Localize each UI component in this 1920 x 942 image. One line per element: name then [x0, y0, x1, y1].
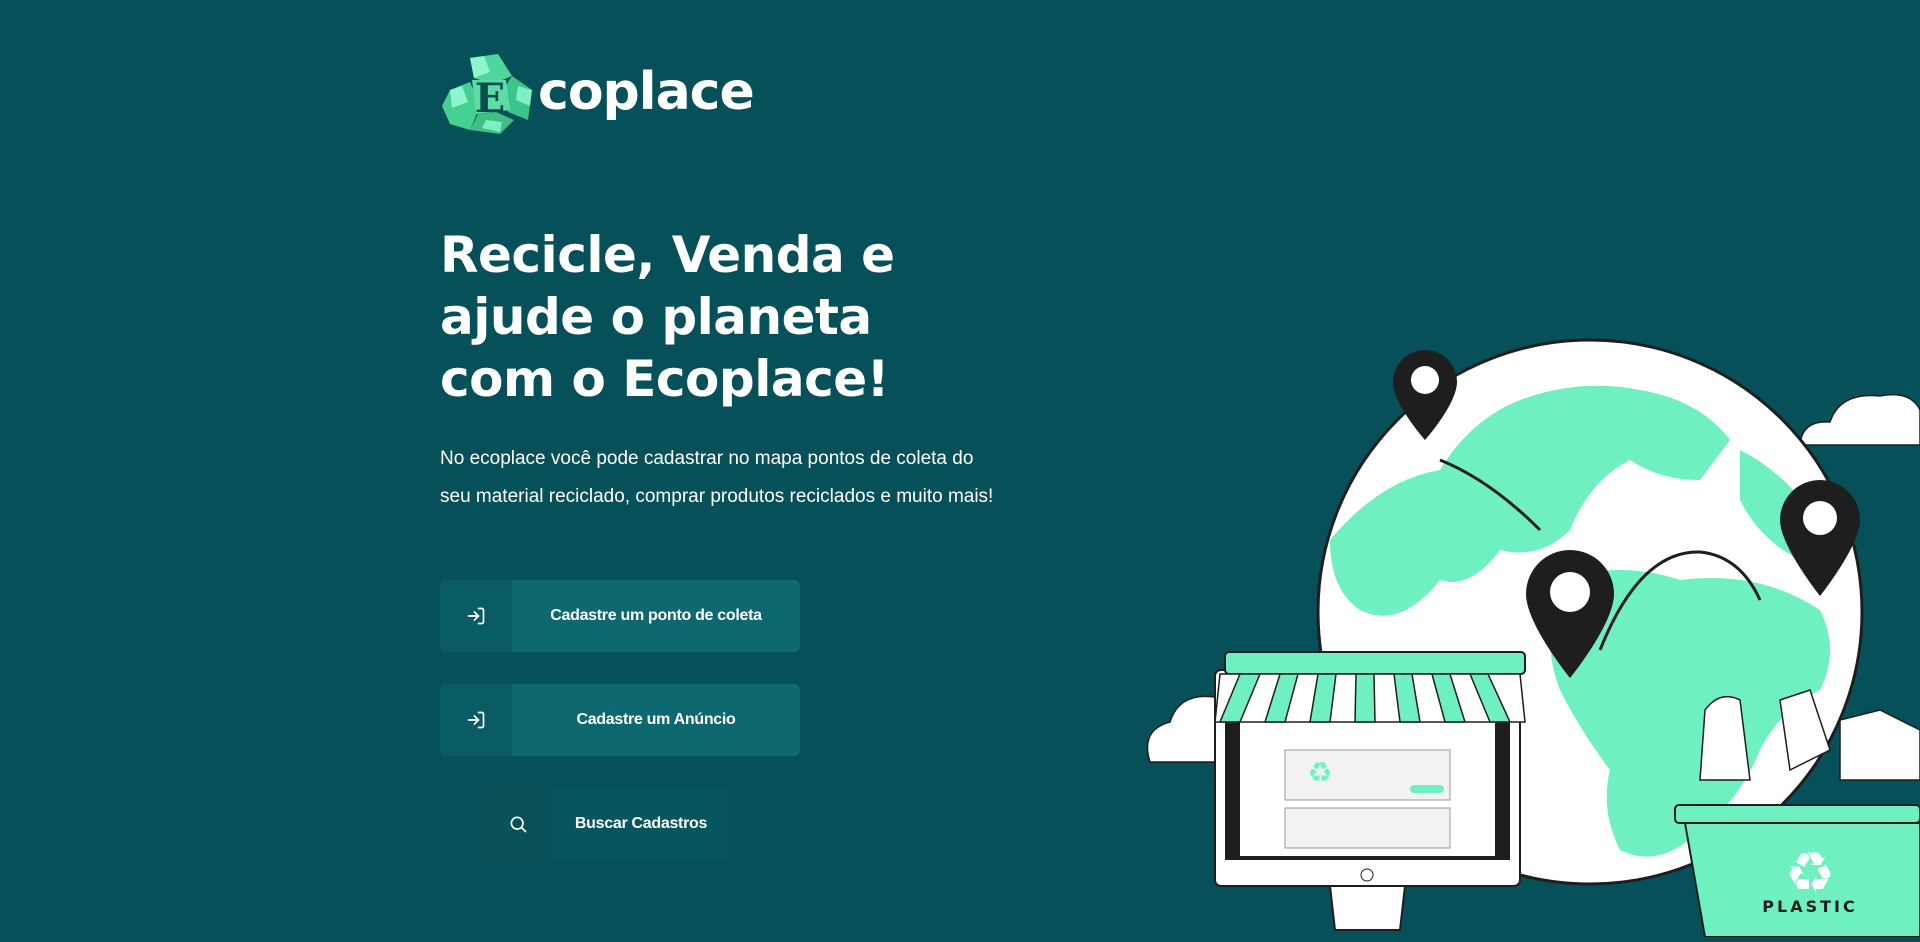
cloud-icon: [1799, 393, 1920, 446]
register-ad-button[interactable]: Cadastre um Anúncio: [440, 684, 800, 756]
storefront-monitor-icon: ♻: [1214, 651, 1526, 931]
hero-description: No ecoplace você pode cadastrar no mapa …: [440, 448, 994, 507]
button-label: Cadastre um ponto de coleta: [550, 607, 762, 624]
recycling-illustration: ♻ ♻ PLASTIC: [1140, 330, 1920, 938]
search-registrations-button[interactable]: Buscar Cadastros: [482, 788, 728, 860]
search-icon: [482, 788, 554, 860]
button-label: Cadastre um Anúncio: [576, 711, 736, 728]
svg-text:PLASTIC: PLASTIC: [1762, 897, 1857, 916]
recycle-logo-icon: E: [440, 50, 540, 138]
brand-name: coplace: [538, 62, 755, 122]
register-collection-point-button[interactable]: Cadastre um ponto de coleta: [440, 580, 800, 652]
plastic-bin-icon: ♻ PLASTIC: [1674, 689, 1920, 938]
svg-text:♻: ♻: [1307, 756, 1332, 789]
hero-title: Recicle, Venda e ajude o planeta com o E…: [440, 226, 895, 408]
hero-section: Recicle, Venda e ajude o planeta com o E…: [440, 224, 1000, 516]
sign-in-icon: [440, 684, 512, 756]
sign-in-icon: [440, 580, 512, 652]
button-label: Buscar Cadastros: [574, 815, 708, 832]
svg-text:E: E: [475, 75, 506, 122]
brand-logo[interactable]: E coplace: [440, 50, 755, 138]
